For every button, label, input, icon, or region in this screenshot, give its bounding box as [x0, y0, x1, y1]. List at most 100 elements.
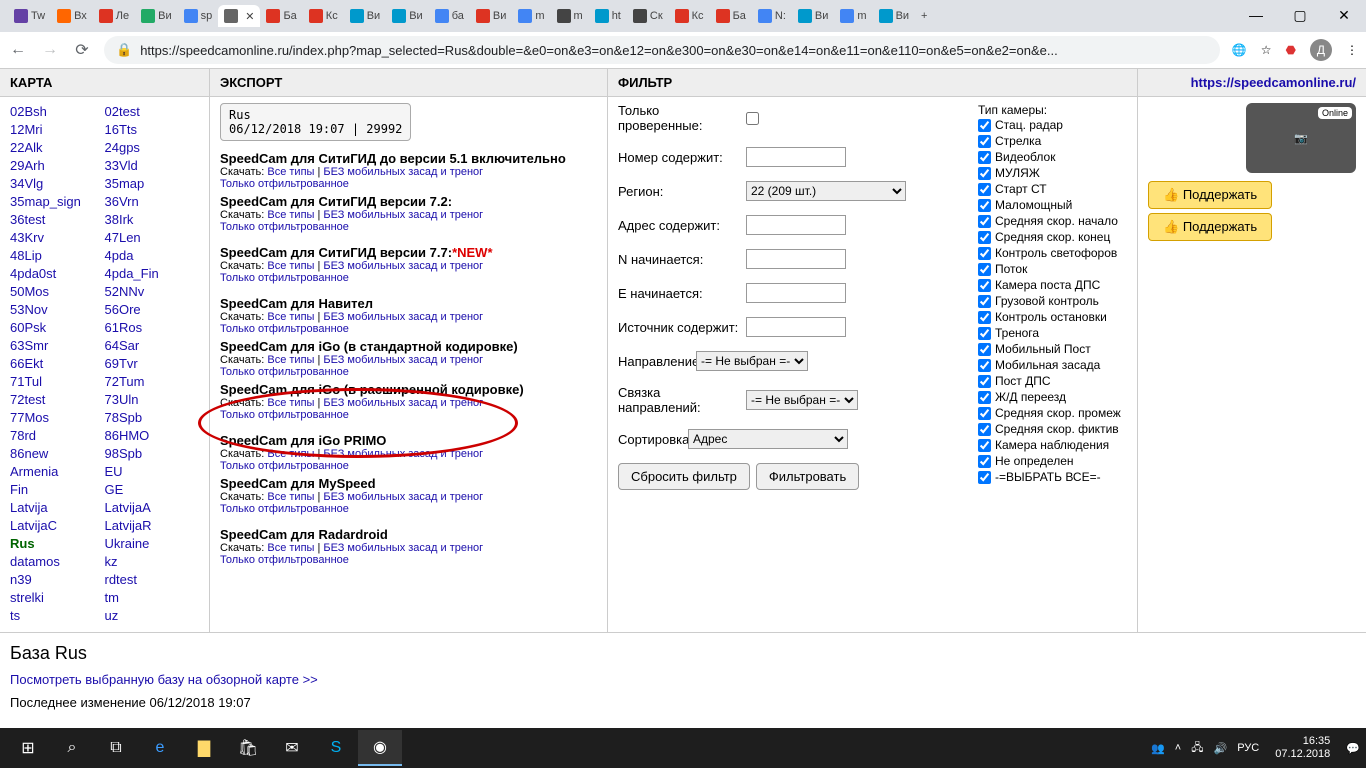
reset-button[interactable]: Сбросить фильтр	[618, 463, 750, 490]
start-button[interactable]: ⊞	[6, 730, 50, 766]
cam-checkbox[interactable]	[978, 183, 991, 196]
close-button[interactable]: ✕	[1322, 0, 1366, 30]
dl-nomob[interactable]: БЕЗ мобильных засад и треног	[323, 448, 483, 460]
map-link[interactable]: 16Tts	[105, 121, 200, 139]
dl-filtered[interactable]: Только отфильтрованное	[220, 178, 349, 190]
browser-tab[interactable]: m	[551, 5, 589, 27]
direction-select[interactable]: -= Не выбран =-	[696, 351, 808, 371]
people-icon[interactable]: 👥	[1151, 742, 1165, 755]
browser-tab[interactable]: ✕	[218, 5, 260, 27]
map-link[interactable]: 69Tvr	[105, 355, 200, 373]
forward-button[interactable]: →	[40, 40, 60, 60]
edge-icon[interactable]: e	[138, 730, 182, 766]
cam-checkbox[interactable]	[978, 343, 991, 356]
dl-all[interactable]: Все типы	[267, 491, 314, 503]
view-map-link[interactable]: Посмотреть выбранную базу на обзорной ка…	[10, 672, 318, 687]
map-link[interactable]: 33Vld	[105, 157, 200, 175]
dl-filtered[interactable]: Только отфильтрованное	[220, 460, 349, 472]
region-select[interactable]: 22 (209 шт.)	[746, 181, 906, 201]
dl-all[interactable]: Все типы	[267, 311, 314, 323]
map-link[interactable]: Armenia	[10, 463, 105, 481]
map-link[interactable]: 73Uln	[105, 391, 200, 409]
maximize-button[interactable]: ▢	[1278, 0, 1322, 30]
tray-up-icon[interactable]: ˄	[1175, 742, 1181, 754]
support-button-1[interactable]: 👍 Поддержать	[1148, 181, 1272, 209]
map-link[interactable]: GE	[105, 481, 200, 499]
browser-tab[interactable]: Ви	[470, 5, 512, 27]
map-link[interactable]: 36test	[10, 211, 105, 229]
browser-tab[interactable]: Ви	[792, 5, 834, 27]
map-link[interactable]: 38Irk	[105, 211, 200, 229]
map-link[interactable]: 66Ekt	[10, 355, 105, 373]
verified-checkbox[interactable]	[746, 112, 759, 125]
map-link[interactable]: 35map_sign	[10, 193, 105, 211]
dl-all[interactable]: Все типы	[267, 354, 314, 366]
browser-tab[interactable]: Ви	[135, 5, 177, 27]
map-link[interactable]: datamos	[10, 553, 105, 571]
map-link[interactable]: tm	[105, 589, 200, 607]
dl-nomob[interactable]: БЕЗ мобильных засад и треног	[323, 354, 483, 366]
map-link[interactable]: 02test	[105, 103, 200, 121]
volume-icon[interactable]: 🔊	[1214, 742, 1228, 755]
back-button[interactable]: ←	[8, 40, 28, 60]
browser-tab[interactable]: Ви	[344, 5, 386, 27]
map-link[interactable]: uz	[105, 607, 200, 625]
cam-checkbox[interactable]	[978, 455, 991, 468]
dl-filtered[interactable]: Только отфильтрованное	[220, 409, 349, 421]
dl-nomob[interactable]: БЕЗ мобильных засад и треног	[323, 542, 483, 554]
cam-checkbox[interactable]	[978, 167, 991, 180]
map-link[interactable]: Rus	[10, 535, 105, 553]
map-link[interactable]: 36Vrn	[105, 193, 200, 211]
cam-checkbox[interactable]	[978, 471, 991, 484]
cam-checkbox[interactable]	[978, 375, 991, 388]
browser-tab[interactable]: Ви	[873, 5, 915, 27]
cam-checkbox[interactable]	[978, 215, 991, 228]
cam-checkbox[interactable]	[978, 119, 991, 132]
mail-icon[interactable]: ✉	[270, 730, 314, 766]
map-link[interactable]: 63Smr	[10, 337, 105, 355]
map-link[interactable]: 35map	[105, 175, 200, 193]
browser-tab[interactable]: Кс	[303, 5, 344, 27]
number-input[interactable]	[746, 147, 846, 167]
map-link[interactable]: 78rd	[10, 427, 105, 445]
map-link[interactable]: Latvija	[10, 499, 105, 517]
map-link[interactable]: 61Ros	[105, 319, 200, 337]
map-link[interactable]: 48Lip	[10, 247, 105, 265]
map-link[interactable]: ts	[10, 607, 105, 625]
sort-select[interactable]: Адрес	[688, 429, 848, 449]
cam-checkbox[interactable]	[978, 247, 991, 260]
map-link[interactable]: 34Vlg	[10, 175, 105, 193]
minimize-button[interactable]: —	[1234, 0, 1278, 30]
browser-tab[interactable]: Ви	[386, 5, 428, 27]
dl-all[interactable]: Все типы	[267, 260, 314, 272]
apply-button[interactable]: Фильтровать	[756, 463, 859, 490]
map-link[interactable]: 72test	[10, 391, 105, 409]
map-link[interactable]: LatvijaR	[105, 517, 200, 535]
browser-tab[interactable]: Ск	[627, 5, 669, 27]
cam-checkbox[interactable]	[978, 199, 991, 212]
map-link[interactable]: 12Mri	[10, 121, 105, 139]
cam-checkbox[interactable]	[978, 279, 991, 292]
map-link[interactable]: 4pda	[105, 247, 200, 265]
reload-button[interactable]: ⟳	[72, 40, 92, 60]
url-input[interactable]: 🔒 https://speedcamonline.ru/index.php?ma…	[104, 36, 1220, 64]
dl-filtered[interactable]: Только отфильтрованное	[220, 221, 349, 233]
dl-nomob[interactable]: БЕЗ мобильных засад и треног	[323, 209, 483, 221]
map-link[interactable]: kz	[105, 553, 200, 571]
map-link[interactable]: 50Mos	[10, 283, 105, 301]
explorer-icon[interactable]: ▇	[182, 730, 226, 766]
browser-tab[interactable]: Ле	[93, 5, 135, 27]
dl-filtered[interactable]: Только отфильтрованное	[220, 366, 349, 378]
dl-filtered[interactable]: Только отфильтрованное	[220, 272, 349, 284]
browser-tab[interactable]: m	[512, 5, 550, 27]
dl-nomob[interactable]: БЕЗ мобильных засад и треног	[323, 397, 483, 409]
dl-nomob[interactable]: БЕЗ мобильных засад и треног	[323, 491, 483, 503]
dl-all[interactable]: Все типы	[267, 166, 314, 178]
cam-checkbox[interactable]	[978, 423, 991, 436]
map-link[interactable]: EU	[105, 463, 200, 481]
taskview-button[interactable]: ⧉	[94, 730, 138, 766]
map-link[interactable]: 86HMO	[105, 427, 200, 445]
chrome-icon[interactable]: ◉	[358, 730, 402, 766]
clock[interactable]: 16:3507.12.2018	[1269, 735, 1336, 761]
lang-indicator[interactable]: РУС	[1237, 742, 1259, 754]
